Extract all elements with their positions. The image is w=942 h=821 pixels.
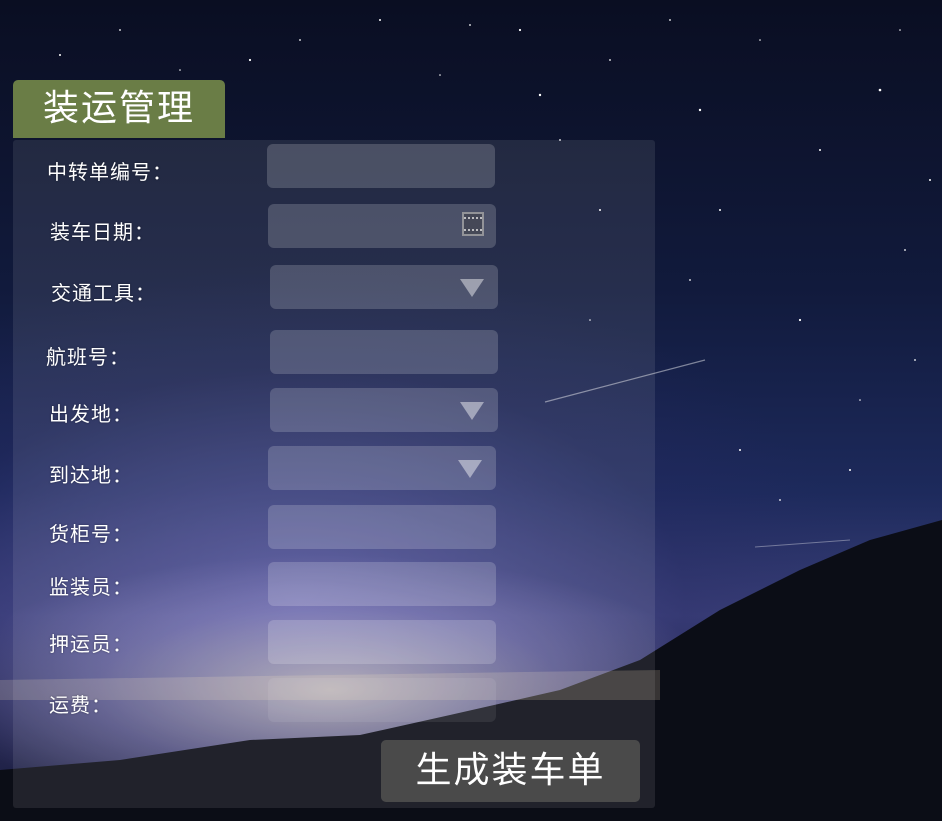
label-container-number: 货柜号： xyxy=(49,522,133,546)
freight-input[interactable] xyxy=(268,678,496,722)
label-escort: 押运员： xyxy=(49,632,133,656)
page-title: 装运管理 xyxy=(13,80,225,138)
label-transfer-number: 中转单编号： xyxy=(47,160,173,184)
calendar-icon[interactable] xyxy=(462,212,484,236)
supervisor-input[interactable] xyxy=(268,562,496,606)
vehicle-select[interactable] xyxy=(270,265,498,309)
dropdown-arrow-icon xyxy=(460,279,484,297)
container-number-input[interactable] xyxy=(268,505,496,549)
departure-select[interactable] xyxy=(270,388,498,432)
destination-select[interactable] xyxy=(268,446,496,490)
generate-loading-sheet-button[interactable]: 生成装车单 xyxy=(381,740,640,802)
flight-number-input[interactable] xyxy=(270,330,498,374)
dropdown-arrow-icon xyxy=(458,460,482,478)
label-destination: 到达地： xyxy=(49,463,133,487)
escort-input[interactable] xyxy=(268,620,496,664)
label-freight: 运费： xyxy=(49,693,112,717)
dropdown-arrow-icon xyxy=(460,402,484,420)
label-departure: 出发地： xyxy=(49,402,133,426)
transfer-number-input[interactable] xyxy=(267,144,495,188)
label-flight-number: 航班号： xyxy=(46,345,130,369)
label-loading-date: 装车日期： xyxy=(50,220,155,244)
loading-date-input[interactable] xyxy=(268,204,496,248)
label-supervisor: 监装员： xyxy=(49,575,133,599)
label-vehicle: 交通工具： xyxy=(51,281,156,305)
